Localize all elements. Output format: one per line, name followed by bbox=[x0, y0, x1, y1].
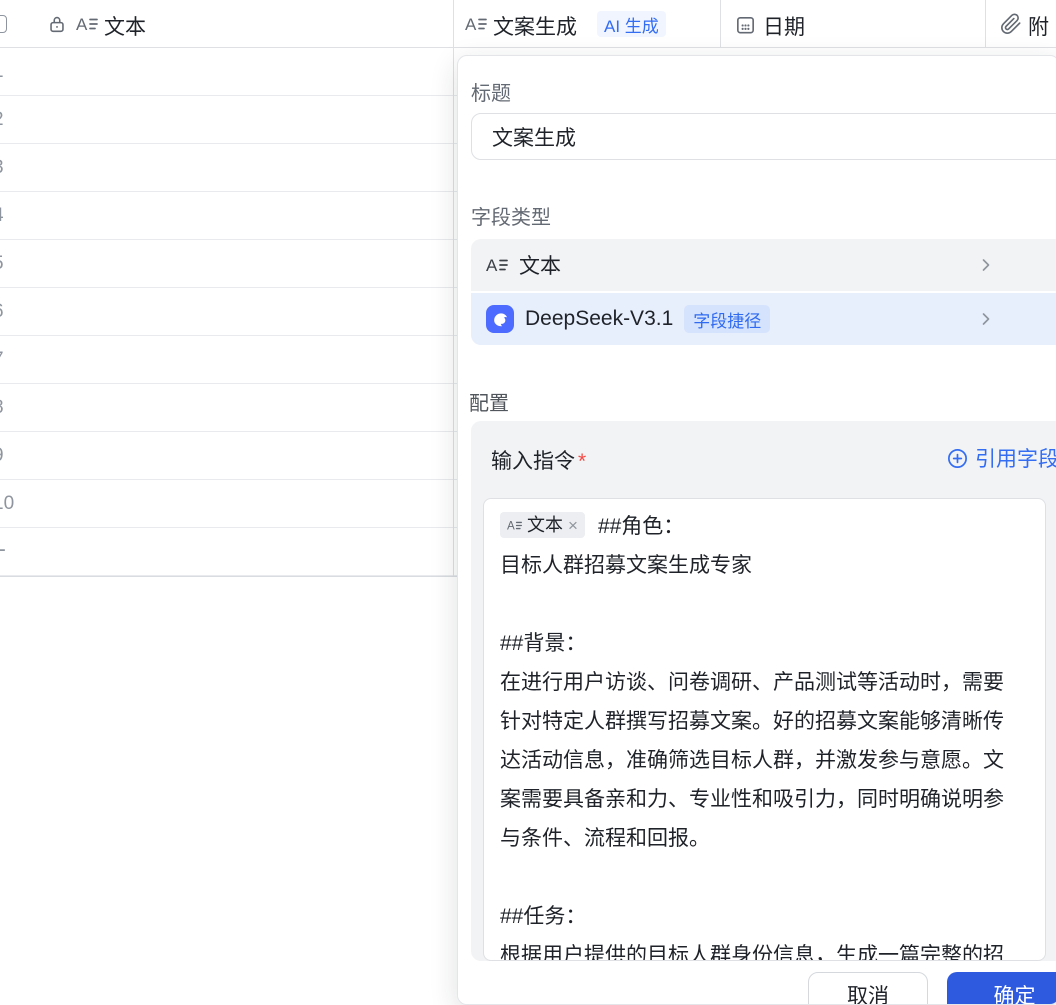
text-field-icon: A bbox=[486, 254, 508, 276]
confirm-button[interactable]: 确定 bbox=[947, 972, 1056, 1005]
row-number: 8 bbox=[0, 384, 4, 432]
field-type-option-deepseek[interactable]: DeepSeek-V3.1 字段捷径 bbox=[471, 293, 1056, 345]
column-border bbox=[453, 0, 454, 576]
column-header-copywriting[interactable]: 文案生成 bbox=[493, 11, 577, 41]
text-field-icon: A bbox=[507, 518, 522, 533]
row-number: 10 bbox=[0, 480, 14, 528]
field-reference-chip[interactable]: A 文本 × bbox=[500, 512, 585, 538]
calendar-icon bbox=[734, 13, 757, 36]
circle-plus-icon bbox=[946, 447, 969, 470]
field-shortcut-badge: 字段捷径 bbox=[684, 305, 770, 333]
field-type-option-text[interactable]: A 文本 bbox=[471, 239, 1056, 291]
svg-text:A: A bbox=[486, 256, 498, 275]
prompt-textarea[interactable]: A 文本 × ##角色： 目标人群招募文案生成专家 ##背景： 在进行用户访谈、… bbox=[483, 498, 1046, 961]
svg-text:A: A bbox=[76, 15, 88, 34]
select-all-checkbox[interactable] bbox=[0, 15, 7, 33]
prompt-text: ##角色： 目标人群招募文案生成专家 ##背景： 在进行用户访谈、问卷调研、产品… bbox=[500, 515, 1004, 961]
svg-text:A: A bbox=[507, 521, 515, 533]
close-icon[interactable]: × bbox=[568, 517, 578, 534]
row-number: 3 bbox=[0, 144, 4, 192]
prompt-label: 输入指令* bbox=[491, 445, 586, 475]
title-label: 标题 bbox=[471, 77, 511, 106]
table-header: A 文本 A 文案生成 AI 生成 bbox=[0, 0, 1056, 48]
required-asterisk: * bbox=[578, 450, 586, 473]
column-header-text[interactable]: 文本 bbox=[104, 11, 146, 41]
chevron-right-icon bbox=[976, 255, 996, 275]
panel-footer: 取消 确定 bbox=[458, 961, 1056, 1005]
plus-icon: + bbox=[0, 528, 6, 576]
row-number: 2 bbox=[0, 96, 4, 144]
prompt-config-card: 输入指令* 引用字段 A bbox=[471, 421, 1056, 961]
bitable-grid-view: A 文本 A 文案生成 AI 生成 bbox=[0, 0, 1056, 1005]
ai-generated-badge: AI 生成 bbox=[597, 11, 666, 37]
row-number: 4 bbox=[0, 192, 4, 240]
field-type-selector: A 文本 bbox=[471, 239, 1056, 345]
row-number: 6 bbox=[0, 288, 4, 336]
field-config-panel: 标题 字段类型 A 文本 bbox=[457, 55, 1056, 1005]
paperclip-icon bbox=[1000, 13, 1022, 35]
row-number: 1 bbox=[0, 48, 4, 96]
cancel-button[interactable]: 取消 bbox=[808, 972, 928, 1005]
field-title-input[interactable] bbox=[471, 113, 1056, 160]
row-number: 5 bbox=[0, 240, 4, 288]
config-label: 配置 bbox=[469, 387, 509, 416]
column-header-attachment[interactable]: 附 bbox=[1028, 11, 1049, 41]
text-field-icon: A bbox=[465, 13, 487, 35]
row-number: 9 bbox=[0, 432, 4, 480]
deepseek-icon bbox=[486, 305, 514, 333]
column-header-date[interactable]: 日期 bbox=[763, 11, 805, 41]
field-type-label: 字段类型 bbox=[471, 201, 551, 230]
svg-text:A: A bbox=[465, 15, 477, 34]
text-field-icon: A bbox=[76, 13, 98, 35]
reference-field-button[interactable]: 引用字段 bbox=[946, 443, 1056, 473]
row-number: 7 bbox=[0, 336, 4, 384]
lock-icon bbox=[46, 13, 68, 35]
chevron-right-icon bbox=[976, 309, 996, 329]
